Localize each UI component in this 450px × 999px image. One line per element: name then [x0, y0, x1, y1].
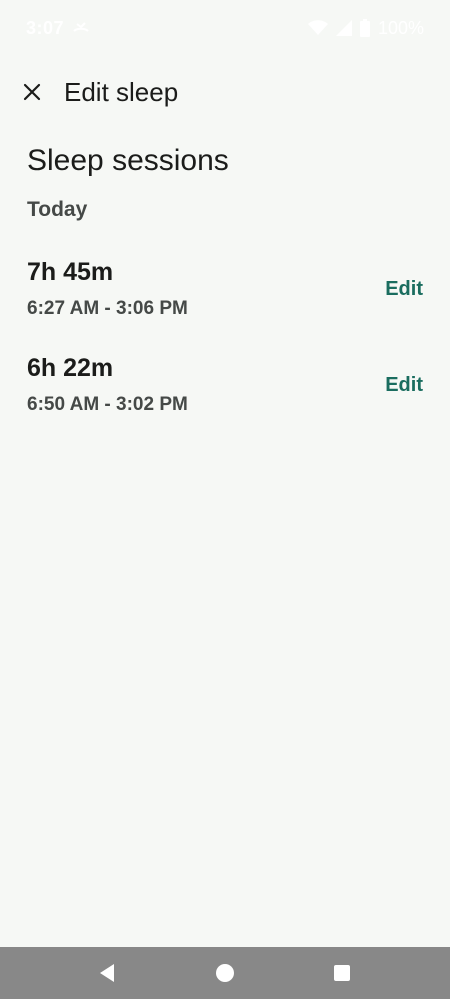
- battery-icon: [359, 19, 370, 37]
- section-title: Sleep sessions: [27, 144, 229, 177]
- day-label: Today: [27, 198, 88, 221]
- session-time-range: 6:50 AM - 3:02 PM: [27, 394, 188, 415]
- top-app-bar: Edit sleep: [0, 62, 450, 122]
- back-button[interactable]: [77, 947, 137, 999]
- status-bar: 3:07 100%: [0, 0, 450, 56]
- recents-button[interactable]: [312, 947, 372, 999]
- recents-square-icon: [333, 964, 351, 982]
- back-triangle-icon: [98, 963, 116, 983]
- navigation-bar: [0, 947, 450, 999]
- status-left: 3:07: [26, 18, 90, 39]
- session-time-range: 6:27 AM - 3:06 PM: [27, 298, 188, 319]
- home-circle-icon: [215, 963, 235, 983]
- status-time: 3:07: [26, 17, 65, 38]
- missed-call-icon: [72, 21, 90, 35]
- session-duration: 6h 22m: [27, 354, 114, 382]
- close-button[interactable]: [18, 78, 46, 106]
- edit-session-button[interactable]: Edit: [385, 374, 423, 397]
- home-button[interactable]: [195, 947, 255, 999]
- close-icon: [23, 83, 41, 101]
- status-right: 100%: [307, 17, 424, 39]
- wifi-icon: [307, 20, 328, 36]
- edit-session-button[interactable]: Edit: [385, 278, 423, 301]
- session-duration: 7h 45m: [27, 258, 114, 286]
- page-title: Edit sleep: [64, 76, 179, 107]
- sleep-session-item: 7h 45m 6:27 AM - 3:06 PM Edit: [0, 258, 450, 342]
- sleep-session-item: 6h 22m 6:50 AM - 3:02 PM Edit: [0, 354, 450, 438]
- battery-percentage: 100%: [377, 17, 424, 38]
- signal-icon: [335, 20, 352, 36]
